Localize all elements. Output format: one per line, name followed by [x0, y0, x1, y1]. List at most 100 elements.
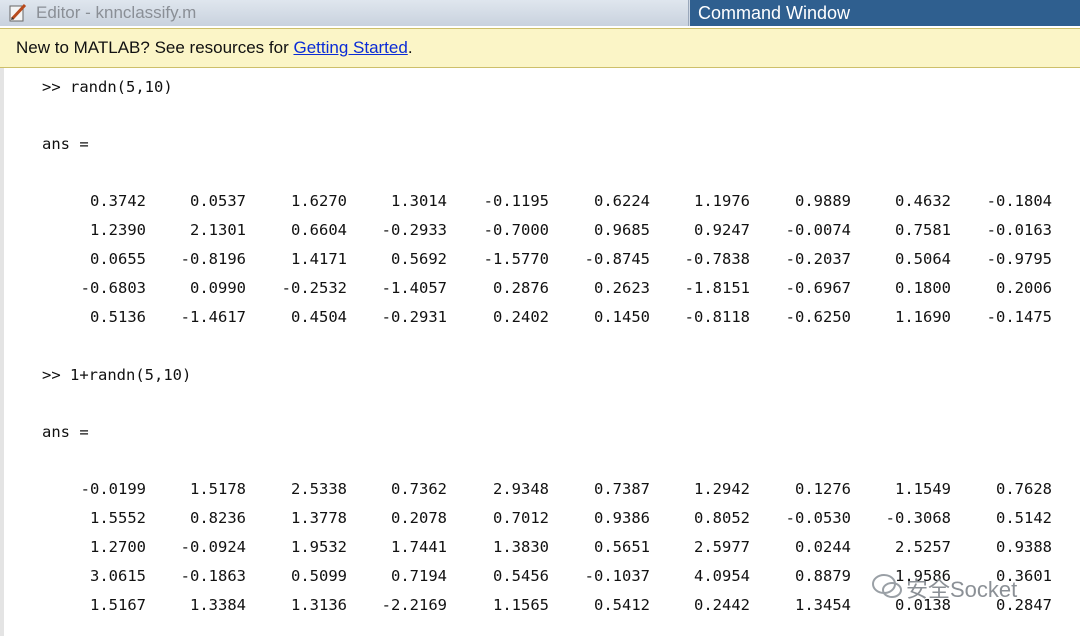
matrix-cell: -0.1037: [584, 567, 650, 585]
matrix-cell: 0.4504: [291, 308, 347, 326]
wechat-icon: [872, 574, 902, 598]
matrix-cell: 0.0537: [190, 192, 246, 210]
getting-started-banner: New to MATLAB? See resources for Getting…: [0, 28, 1080, 68]
matrix-cell: -0.8118: [684, 308, 750, 326]
matrix-cell: 2.1301: [190, 221, 246, 239]
matrix-cell: -0.0530: [785, 509, 851, 527]
banner-text: New to MATLAB? See resources for Getting…: [16, 38, 413, 58]
matrix-cell: 1.2700: [90, 538, 146, 556]
ans-label-2: ans =: [42, 423, 89, 441]
matrix-cell: 2.9348: [493, 480, 549, 498]
matrix-cell: 0.0244: [795, 538, 851, 556]
matrix-cell: -0.2933: [381, 221, 447, 239]
matrix-cell: 1.1549: [895, 480, 951, 498]
matrix-cell: 1.1976: [694, 192, 750, 210]
matrix-cell: -0.6803: [80, 279, 146, 297]
matrix-cell: 0.9889: [795, 192, 851, 210]
matrix-cell: 1.1565: [493, 596, 549, 614]
matrix-cell: 1.5178: [190, 480, 246, 498]
matrix-cell: -0.1475: [986, 308, 1052, 326]
matrix-cell: 0.5651: [594, 538, 650, 556]
matrix-cell: 1.3014: [391, 192, 447, 210]
matrix-cell: 0.8879: [795, 567, 851, 585]
matrix-cell: 0.1276: [795, 480, 851, 498]
getting-started-link[interactable]: Getting Started: [293, 38, 407, 57]
banner-prefix: New to MATLAB? See resources for: [16, 38, 294, 57]
matrix-cell: 1.2942: [694, 480, 750, 498]
matrix-cell: 0.8052: [694, 509, 750, 527]
matrix-cell: 0.5064: [895, 250, 951, 268]
edit-pencil-icon: [9, 3, 27, 22]
matrix-cell: -0.6250: [785, 308, 851, 326]
tab-command-window[interactable]: Command Window: [690, 0, 1080, 26]
matrix-cell: 0.9386: [594, 509, 650, 527]
matrix-cell: 0.2623: [594, 279, 650, 297]
matrix-cell: 1.5552: [90, 509, 146, 527]
matrix-cell: 0.0655: [90, 250, 146, 268]
banner-suffix: .: [407, 38, 413, 57]
matrix-cell: -0.2931: [381, 308, 447, 326]
matrix-cell: 0.2402: [493, 308, 549, 326]
matrix-cell: -1.8151: [684, 279, 750, 297]
matrix-cell: 0.5136: [90, 308, 146, 326]
matrix-cell: 3.0615: [90, 567, 146, 585]
matrix-cell: 0.2876: [493, 279, 549, 297]
matrix-cell: 0.7194: [391, 567, 447, 585]
matrix-cell: 1.9532: [291, 538, 347, 556]
matrix-cell: 0.6604: [291, 221, 347, 239]
matrix-cell: -0.1804: [986, 192, 1052, 210]
matrix-cell: 1.6270: [291, 192, 347, 210]
matrix-cell: 0.9685: [594, 221, 650, 239]
tab-editor[interactable]: Editor - knnclassify.m: [0, 0, 689, 26]
command-window-console[interactable]: >> randn(5,10) ans = 0.3742 0.0537 1.6270 1…: [0, 68, 1080, 636]
matrix-cell: 0.9247: [694, 221, 750, 239]
matrix-cell: -1.5770: [483, 250, 549, 268]
matrix-cell: 1.1690: [895, 308, 951, 326]
matrix-cell: 2.5977: [694, 538, 750, 556]
matrix-cell: -0.2532: [281, 279, 347, 297]
matrix-cell: 0.5142: [996, 509, 1052, 527]
tab-bar: Editor - knnclassify.m Command Window: [0, 0, 1080, 26]
matrix-cell: 0.9388: [996, 538, 1052, 556]
matrix-cell: -0.0924: [180, 538, 246, 556]
matrix-cell: 1.7441: [391, 538, 447, 556]
matrix-cell: -1.4617: [180, 308, 246, 326]
matrix-cell: -0.9795: [986, 250, 1052, 268]
matrix-cell: 0.2442: [694, 596, 750, 614]
matrix-cell: 1.4171: [291, 250, 347, 268]
matrix-cell: -0.7000: [483, 221, 549, 239]
matrix-cell: 0.5456: [493, 567, 549, 585]
matrix-cell: 4.0954: [694, 567, 750, 585]
matrix-cell: -0.8745: [584, 250, 650, 268]
matrix-cell: -1.4057: [381, 279, 447, 297]
matrix-cell: 1.2390: [90, 221, 146, 239]
matrix-cell: -0.0074: [785, 221, 851, 239]
command-line-1: >> randn(5,10): [42, 78, 173, 96]
matrix-cell: 1.3778: [291, 509, 347, 527]
matrix-cell: 0.1450: [594, 308, 650, 326]
matrix-cell: -0.1863: [180, 567, 246, 585]
matrix-cell: 1.3454: [795, 596, 851, 614]
matrix-cell: 1.5167: [90, 596, 146, 614]
matrix-cell: 0.7012: [493, 509, 549, 527]
matrix-cell: -2.2169: [381, 596, 447, 614]
matrix-cell: 0.7362: [391, 480, 447, 498]
matrix-cell: -0.1195: [483, 192, 549, 210]
watermark-text: 安全Socket: [906, 577, 1018, 602]
matrix-cell: 1.3830: [493, 538, 549, 556]
command-line-2: >> 1+randn(5,10): [42, 366, 192, 384]
matrix-cell: 0.5412: [594, 596, 650, 614]
matrix-cell: -0.3068: [885, 509, 951, 527]
matrix-cell: -0.8196: [180, 250, 246, 268]
matrix-cell: 0.2078: [391, 509, 447, 527]
matrix-cell: 0.6224: [594, 192, 650, 210]
matrix-cell: -0.0199: [80, 480, 146, 498]
tab-command-window-label: Command Window: [698, 2, 851, 23]
matrix-cell: -0.2037: [785, 250, 851, 268]
tab-editor-label: Editor - knnclassify.m: [36, 3, 197, 22]
matrix-cell: 0.1800: [895, 279, 951, 297]
matrix-cell: 2.5257: [895, 538, 951, 556]
matrix-cell: 0.8236: [190, 509, 246, 527]
matrix-cell: 0.7387: [594, 480, 650, 498]
matrix-cell: 0.7581: [895, 221, 951, 239]
